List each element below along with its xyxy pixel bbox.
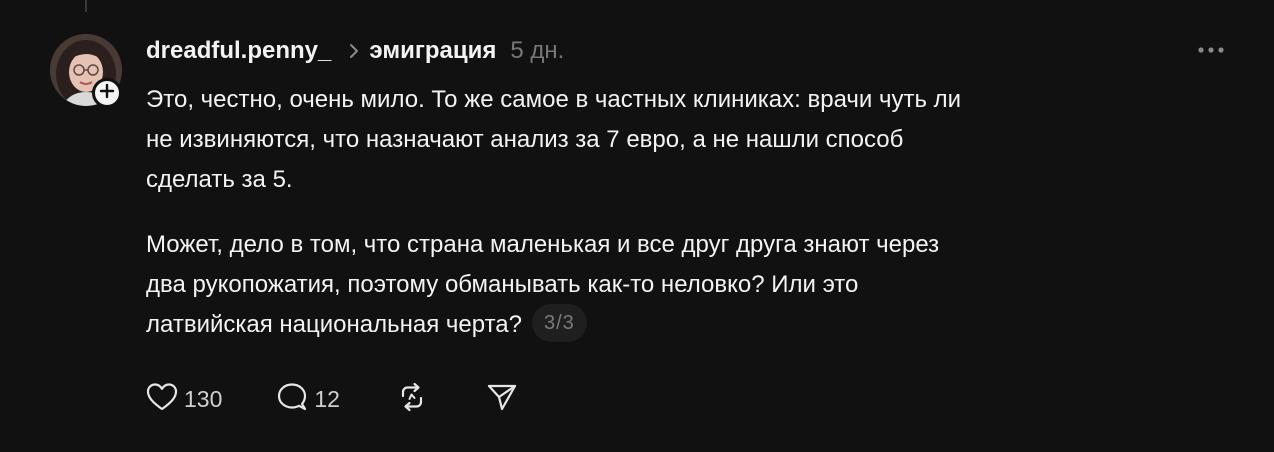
post-line: Может, дело в том, что страна маленькая … <box>146 231 940 258</box>
comment-bubble-icon <box>276 382 308 417</box>
repost-icon <box>396 382 428 417</box>
like-count: 130 <box>184 385 223 412</box>
more-options-button[interactable] <box>1196 38 1226 62</box>
topic-link[interactable]: эмиграция <box>369 37 496 65</box>
post-line: латвийская национальная черта? <box>146 311 522 338</box>
post-timestamp: 5 дн. <box>510 37 565 64</box>
heart-icon <box>146 382 178 417</box>
share-button[interactable] <box>486 380 518 418</box>
avatar-container[interactable] <box>50 34 122 108</box>
send-icon <box>486 382 518 417</box>
plus-icon <box>99 83 115 104</box>
post-header: dreadful.penny_ эмиграция 5 дн. <box>146 36 564 66</box>
post-line-with-badge: латвийская национальная черта? 3/3 <box>146 303 939 345</box>
post-paragraph-2: Может, дело в том, что страна маленькая … <box>146 225 939 345</box>
page-indicator-badge: 3/3 <box>531 303 587 342</box>
reply-count: 12 <box>314 385 340 412</box>
like-button[interactable]: 130 <box>146 380 222 418</box>
reply-button[interactable]: 12 <box>276 380 340 418</box>
more-horizontal-icon <box>1197 41 1225 59</box>
follow-button[interactable] <box>92 78 122 108</box>
repost-button[interactable] <box>396 380 428 418</box>
username-link[interactable]: dreadful.penny_ <box>146 37 331 65</box>
post-line: сделать за 5. <box>146 166 293 193</box>
thread-connector-line <box>85 0 87 12</box>
post-line: Это, честно, очень мило. То же самое в ч… <box>146 86 962 113</box>
post-line: не извиняются, что назначают анализ за 7… <box>146 126 904 153</box>
action-bar: 130 12 <box>146 380 518 418</box>
post-line: два рукопожатия, поэтому обманывать как-… <box>146 271 859 298</box>
post-paragraph-1: Это, честно, очень мило. То же самое в ч… <box>146 80 961 200</box>
chevron-right-icon <box>349 43 359 59</box>
